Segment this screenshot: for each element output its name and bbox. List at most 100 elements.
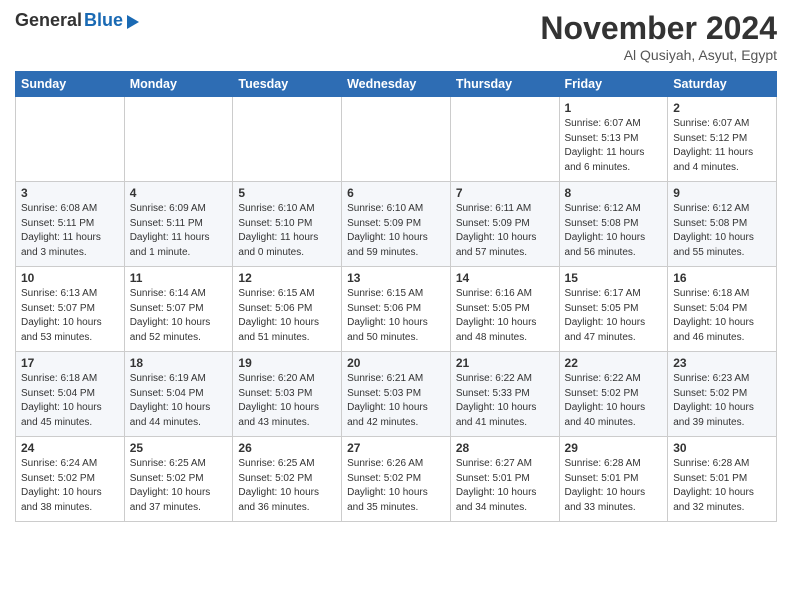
cell-info: Sunrise: 6:07 AM Sunset: 5:12 PM Dayligh… xyxy=(673,117,771,175)
calendar-cell: 20Sunrise: 6:21 AM Sunset: 5:03 PM Dayli… xyxy=(342,352,451,437)
logo: General Blue xyxy=(15,10,139,31)
calendar-week-row: 1 Sunrise: 6:07 AM Sunset: 5:13 PM Daylig… xyxy=(16,97,777,182)
weekday-header: Thursday xyxy=(450,72,559,97)
cell-info: Sunrise: 6:25 AM Sunset: 5:02 PM Dayligh… xyxy=(130,457,228,515)
calendar-cell: 27Sunrise: 6:26 AM Sunset: 5:02 PM Dayli… xyxy=(342,437,451,522)
weekday-header: Wednesday xyxy=(342,72,451,97)
cell-info: Sunrise: 6:12 AM Sunset: 5:08 PM Dayligh… xyxy=(565,202,663,260)
cell-info: Sunrise: 6:24 AM Sunset: 5:02 PM Dayligh… xyxy=(21,457,119,515)
cell-info: Sunrise: 6:23 AM Sunset: 5:02 PM Dayligh… xyxy=(673,372,771,430)
calendar-cell xyxy=(450,97,559,182)
weekday-header: Saturday xyxy=(668,72,777,97)
calendar-cell: 3 Sunrise: 6:08 AM Sunset: 5:11 PM Daylig… xyxy=(16,182,125,267)
cell-info: Sunrise: 6:27 AM Sunset: 5:01 PM Dayligh… xyxy=(456,457,554,515)
calendar-header-row: SundayMondayTuesdayWednesdayThursdayFrid… xyxy=(16,72,777,97)
calendar-cell: 17Sunrise: 6:18 AM Sunset: 5:04 PM Dayli… xyxy=(16,352,125,437)
calendar-cell: 15 Sunrise: 6:17 AM Sunset: 5:05 PM Dayli… xyxy=(559,267,668,352)
day-number: 26 xyxy=(238,441,336,455)
cell-info: Sunrise: 6:08 AM Sunset: 5:11 PM Dayligh… xyxy=(21,202,119,260)
calendar-cell: 6 Sunrise: 6:10 AM Sunset: 5:09 PM Daylig… xyxy=(342,182,451,267)
cell-info: Sunrise: 6:15 AM Sunset: 5:06 PM Dayligh… xyxy=(347,287,445,345)
month-title: November 2024 xyxy=(540,10,777,47)
cell-info: Sunrise: 6:12 AM Sunset: 5:08 PM Dayligh… xyxy=(673,202,771,260)
cell-info: Sunrise: 6:16 AM Sunset: 5:05 PM Dayligh… xyxy=(456,287,554,345)
calendar-cell: 9 Sunrise: 6:12 AM Sunset: 5:08 PM Daylig… xyxy=(668,182,777,267)
cell-info: Sunrise: 6:28 AM Sunset: 5:01 PM Dayligh… xyxy=(565,457,663,515)
day-number: 29 xyxy=(565,441,663,455)
cell-info: Sunrise: 6:14 AM Sunset: 5:07 PM Dayligh… xyxy=(130,287,228,345)
logo-arrow-icon xyxy=(127,15,139,29)
day-number: 10 xyxy=(21,271,119,285)
location: Al Qusiyah, Asyut, Egypt xyxy=(540,47,777,63)
calendar-cell xyxy=(342,97,451,182)
calendar-cell: 2 Sunrise: 6:07 AM Sunset: 5:12 PM Daylig… xyxy=(668,97,777,182)
weekday-header: Friday xyxy=(559,72,668,97)
calendar-table: SundayMondayTuesdayWednesdayThursdayFrid… xyxy=(15,71,777,522)
day-number: 14 xyxy=(456,271,554,285)
calendar-cell: 19Sunrise: 6:20 AM Sunset: 5:03 PM Dayli… xyxy=(233,352,342,437)
calendar-week-row: 24 Sunrise: 6:24 AM Sunset: 5:02 PM Dayli… xyxy=(16,437,777,522)
day-number: 27 xyxy=(347,441,445,455)
cell-info: Sunrise: 6:18 AM Sunset: 5:04 PM Dayligh… xyxy=(673,287,771,345)
calendar-cell: 14 Sunrise: 6:16 AM Sunset: 5:05 PM Dayli… xyxy=(450,267,559,352)
cell-info: Sunrise: 6:18 AM Sunset: 5:04 PM Dayligh… xyxy=(21,372,119,430)
day-number: 16 xyxy=(673,271,771,285)
weekday-header: Sunday xyxy=(16,72,125,97)
day-number: 9 xyxy=(673,186,771,200)
cell-info: Sunrise: 6:09 AM Sunset: 5:11 PM Dayligh… xyxy=(130,202,228,260)
cell-info: Sunrise: 6:07 AM Sunset: 5:13 PM Dayligh… xyxy=(565,117,663,175)
calendar-cell: 26 Sunrise: 6:25 AM Sunset: 5:02 PM Dayli… xyxy=(233,437,342,522)
day-number: 18 xyxy=(130,356,228,370)
logo-blue-text: Blue xyxy=(84,10,123,31)
calendar-cell: 13Sunrise: 6:15 AM Sunset: 5:06 PM Dayli… xyxy=(342,267,451,352)
calendar-cell: 16 Sunrise: 6:18 AM Sunset: 5:04 PM Dayli… xyxy=(668,267,777,352)
weekday-header: Tuesday xyxy=(233,72,342,97)
calendar-cell: 28 Sunrise: 6:27 AM Sunset: 5:01 PM Dayli… xyxy=(450,437,559,522)
day-number: 15 xyxy=(565,271,663,285)
day-number: 20 xyxy=(347,356,445,370)
day-number: 3 xyxy=(21,186,119,200)
calendar-cell: 8 Sunrise: 6:12 AM Sunset: 5:08 PM Daylig… xyxy=(559,182,668,267)
day-number: 6 xyxy=(347,186,445,200)
calendar-cell: 7Sunrise: 6:11 AM Sunset: 5:09 PM Daylig… xyxy=(450,182,559,267)
title-block: November 2024 Al Qusiyah, Asyut, Egypt xyxy=(540,10,777,63)
logo-general-text: General xyxy=(15,10,82,31)
calendar-week-row: 17Sunrise: 6:18 AM Sunset: 5:04 PM Dayli… xyxy=(16,352,777,437)
calendar-cell: 12 Sunrise: 6:15 AM Sunset: 5:06 PM Dayli… xyxy=(233,267,342,352)
cell-info: Sunrise: 6:22 AM Sunset: 5:02 PM Dayligh… xyxy=(565,372,663,430)
calendar-cell: 18Sunrise: 6:19 AM Sunset: 5:04 PM Dayli… xyxy=(124,352,233,437)
calendar-cell: 30Sunrise: 6:28 AM Sunset: 5:01 PM Dayli… xyxy=(668,437,777,522)
page: General Blue November 2024 Al Qusiyah, A… xyxy=(0,0,792,532)
day-number: 2 xyxy=(673,101,771,115)
day-number: 7 xyxy=(456,186,554,200)
weekday-header: Monday xyxy=(124,72,233,97)
header: General Blue November 2024 Al Qusiyah, A… xyxy=(15,10,777,63)
calendar-cell: 5Sunrise: 6:10 AM Sunset: 5:10 PM Daylig… xyxy=(233,182,342,267)
calendar-cell: 21Sunrise: 6:22 AM Sunset: 5:33 PM Dayli… xyxy=(450,352,559,437)
cell-info: Sunrise: 6:15 AM Sunset: 5:06 PM Dayligh… xyxy=(238,287,336,345)
day-number: 21 xyxy=(456,356,554,370)
calendar-cell: 24 Sunrise: 6:24 AM Sunset: 5:02 PM Dayli… xyxy=(16,437,125,522)
calendar-cell: 25 Sunrise: 6:25 AM Sunset: 5:02 PM Dayli… xyxy=(124,437,233,522)
day-number: 11 xyxy=(130,271,228,285)
day-number: 25 xyxy=(130,441,228,455)
day-number: 4 xyxy=(130,186,228,200)
calendar-cell xyxy=(233,97,342,182)
calendar-cell: 29 Sunrise: 6:28 AM Sunset: 5:01 PM Dayli… xyxy=(559,437,668,522)
calendar-cell xyxy=(16,97,125,182)
cell-info: Sunrise: 6:25 AM Sunset: 5:02 PM Dayligh… xyxy=(238,457,336,515)
day-number: 1 xyxy=(565,101,663,115)
calendar-cell: 11 Sunrise: 6:14 AM Sunset: 5:07 PM Dayli… xyxy=(124,267,233,352)
day-number: 22 xyxy=(565,356,663,370)
calendar-cell: 23 Sunrise: 6:23 AM Sunset: 5:02 PM Dayli… xyxy=(668,352,777,437)
day-number: 19 xyxy=(238,356,336,370)
day-number: 23 xyxy=(673,356,771,370)
cell-info: Sunrise: 6:10 AM Sunset: 5:10 PM Dayligh… xyxy=(238,202,336,260)
cell-info: Sunrise: 6:17 AM Sunset: 5:05 PM Dayligh… xyxy=(565,287,663,345)
day-number: 24 xyxy=(21,441,119,455)
day-number: 12 xyxy=(238,271,336,285)
day-number: 8 xyxy=(565,186,663,200)
cell-info: Sunrise: 6:10 AM Sunset: 5:09 PM Dayligh… xyxy=(347,202,445,260)
calendar-cell: 22 Sunrise: 6:22 AM Sunset: 5:02 PM Dayli… xyxy=(559,352,668,437)
day-number: 28 xyxy=(456,441,554,455)
